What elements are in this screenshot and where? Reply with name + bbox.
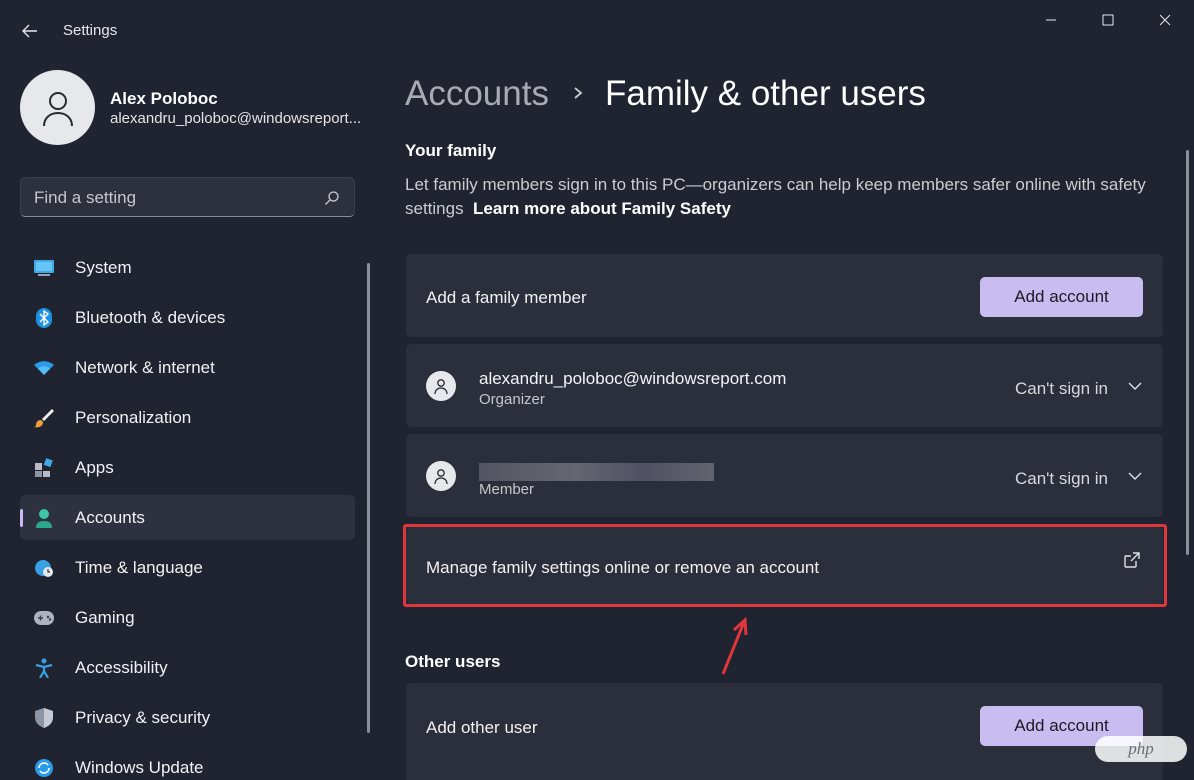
minimize-button[interactable] [1022, 0, 1080, 40]
sidebar-item-label: Privacy & security [75, 708, 210, 728]
search-icon[interactable] [324, 190, 340, 206]
sidebar-item-label: Accessibility [75, 658, 168, 678]
back-arrow-icon [22, 24, 38, 38]
add-family-member-label: Add a family member [426, 288, 587, 308]
maximize-button[interactable] [1079, 0, 1137, 40]
shield-icon [34, 708, 54, 728]
other-users-heading: Other users [405, 652, 500, 672]
member-avatar [426, 371, 456, 401]
title-bar: Settings [0, 0, 1194, 62]
sidebar-item-label: Time & language [75, 558, 203, 578]
watermark-logo: php [1095, 736, 1187, 762]
family-member-row[interactable]: alexandru_poloboc@windowsreport.com Orga… [406, 344, 1163, 427]
close-icon [1159, 14, 1171, 26]
member-avatar [426, 461, 456, 491]
bluetooth-icon [34, 308, 54, 328]
search-input[interactable] [34, 187, 314, 209]
redacted-member-name [479, 463, 714, 481]
member-role: Member [479, 481, 534, 498]
profile-name: Alex Poloboc [110, 89, 218, 109]
user-icon [433, 378, 449, 394]
highlight-box [403, 524, 1167, 607]
member-status: Can't sign in [1015, 379, 1108, 399]
family-member-row[interactable]: Member Can't sign in [406, 434, 1163, 517]
minimize-icon [1045, 14, 1057, 26]
sidebar-item-accessibility[interactable]: Accessibility [20, 645, 355, 690]
sidebar-item-label: Personalization [75, 408, 191, 428]
your-family-heading: Your family [405, 141, 496, 161]
sidebar-item-label: Accounts [75, 508, 145, 528]
add-family-member-card: Add a family member Add account [406, 254, 1163, 337]
wifi-icon [34, 358, 54, 378]
profile-email: alexandru_poloboc@windowsreport... [110, 110, 370, 127]
sidebar-nav: System Bluetooth & devices Network & int… [20, 245, 355, 780]
chevron-down-icon[interactable] [1127, 378, 1143, 394]
main-scrollbar[interactable] [1186, 150, 1189, 555]
annotation-arrow-icon [715, 612, 755, 680]
update-icon [34, 758, 54, 778]
sidebar-item-label: System [75, 258, 132, 278]
member-status: Can't sign in [1015, 469, 1108, 489]
sidebar-item-label: Network & internet [75, 358, 215, 378]
sidebar-item-privacy[interactable]: Privacy & security [20, 695, 355, 740]
sidebar-item-apps[interactable]: Apps [20, 445, 355, 490]
brush-icon [34, 408, 54, 428]
family-description: Let family members sign in to this PC—or… [405, 173, 1175, 221]
sidebar-item-accounts[interactable]: Accounts [20, 495, 355, 540]
add-family-account-button[interactable]: Add account [980, 277, 1143, 317]
sidebar-item-label: Windows Update [75, 758, 204, 778]
user-icon [433, 468, 449, 484]
add-other-user-label: Add other user [426, 718, 538, 738]
search-box[interactable] [20, 177, 355, 217]
sidebar-item-system[interactable]: System [20, 245, 355, 290]
back-button[interactable] [12, 15, 48, 47]
page-title: Family & other users [605, 74, 926, 114]
accounts-icon [34, 508, 54, 528]
apps-icon [34, 458, 54, 478]
breadcrumb-parent[interactable]: Accounts [405, 74, 549, 114]
sidebar-item-time-language[interactable]: Time & language [20, 545, 355, 590]
add-other-user-card: Add other user Add account [406, 683, 1163, 780]
globe-clock-icon [34, 558, 54, 578]
sidebar-scrollbar[interactable] [367, 263, 370, 733]
app-title: Settings [63, 22, 117, 39]
system-icon [34, 258, 54, 278]
chevron-down-icon[interactable] [1127, 468, 1143, 484]
active-indicator [20, 509, 23, 527]
chevron-right-icon [570, 82, 586, 104]
profile-avatar[interactable] [20, 70, 95, 145]
sidebar-item-label: Apps [75, 458, 114, 478]
close-button[interactable] [1136, 0, 1194, 40]
learn-more-link[interactable]: Learn more about Family Safety [473, 199, 731, 218]
accessibility-icon [34, 658, 54, 678]
member-email: alexandru_poloboc@windowsreport.com [479, 369, 786, 389]
maximize-icon [1102, 14, 1114, 26]
sidebar-item-label: Bluetooth & devices [75, 308, 225, 328]
sidebar-item-network[interactable]: Network & internet [20, 345, 355, 390]
gamepad-icon [34, 608, 54, 628]
user-icon [38, 88, 78, 128]
sidebar-item-gaming[interactable]: Gaming [20, 595, 355, 640]
sidebar-item-label: Gaming [75, 608, 135, 628]
sidebar-item-personalization[interactable]: Personalization [20, 395, 355, 440]
sidebar-item-windows-update[interactable]: Windows Update [20, 745, 355, 780]
member-role: Organizer [479, 391, 545, 408]
sidebar-item-bluetooth[interactable]: Bluetooth & devices [20, 295, 355, 340]
